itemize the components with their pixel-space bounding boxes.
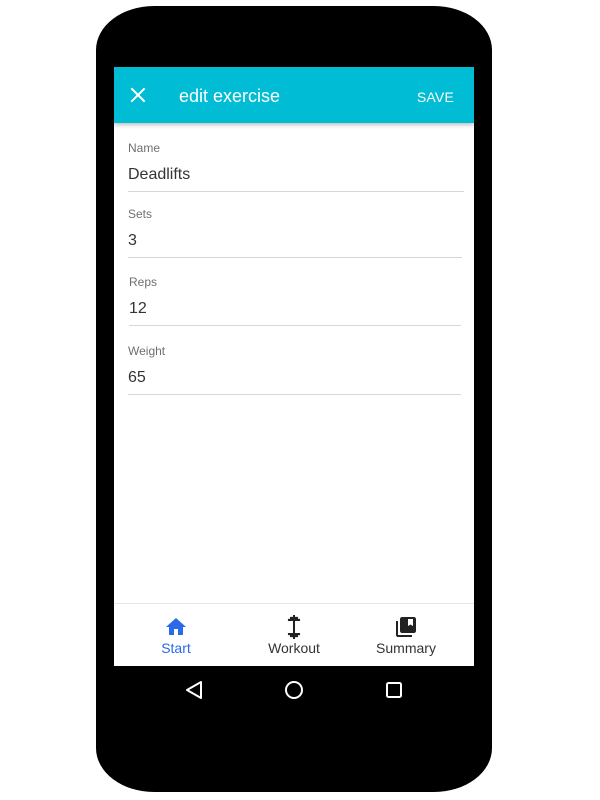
name-input[interactable] (128, 165, 464, 192)
page-title: edit exercise (179, 86, 281, 106)
back-icon (182, 678, 206, 702)
sets-input[interactable] (128, 231, 462, 258)
weight-input[interactable] (128, 368, 461, 395)
system-navigation-bar (114, 666, 474, 714)
nav-label-start: Start (161, 640, 191, 656)
recents-button[interactable] (382, 678, 406, 702)
reps-field: Reps (129, 275, 461, 326)
nav-item-start[interactable]: Start (116, 604, 236, 666)
home-circle-icon (282, 678, 306, 702)
sets-field: Sets (128, 207, 462, 258)
recents-icon (382, 678, 406, 702)
weight-field: Weight (128, 344, 461, 395)
weight-label: Weight (128, 344, 166, 358)
home-button[interactable] (282, 678, 306, 702)
app-screen: edit exercise SAVE Name Sets Reps Weight… (114, 67, 474, 666)
name-field: Name (128, 141, 464, 192)
close-icon (126, 83, 150, 107)
nav-item-workout[interactable]: Workout (234, 604, 354, 666)
back-button[interactable] (182, 678, 206, 702)
bottom-navigation: Start Workout Summary (114, 603, 474, 666)
reps-input[interactable] (129, 299, 461, 326)
dumbbell-icon (282, 615, 306, 639)
app-bar: edit exercise SAVE (114, 67, 474, 123)
sets-label: Sets (128, 207, 153, 221)
nav-label-summary: Summary (376, 640, 436, 656)
name-label: Name (128, 141, 161, 155)
nav-label-workout: Workout (268, 640, 320, 656)
nav-item-summary[interactable]: Summary (346, 604, 466, 666)
library-books-icon (394, 615, 418, 639)
save-button[interactable]: SAVE (417, 89, 454, 105)
home-icon (164, 615, 188, 639)
reps-label: Reps (129, 275, 158, 289)
close-button[interactable] (126, 83, 150, 107)
